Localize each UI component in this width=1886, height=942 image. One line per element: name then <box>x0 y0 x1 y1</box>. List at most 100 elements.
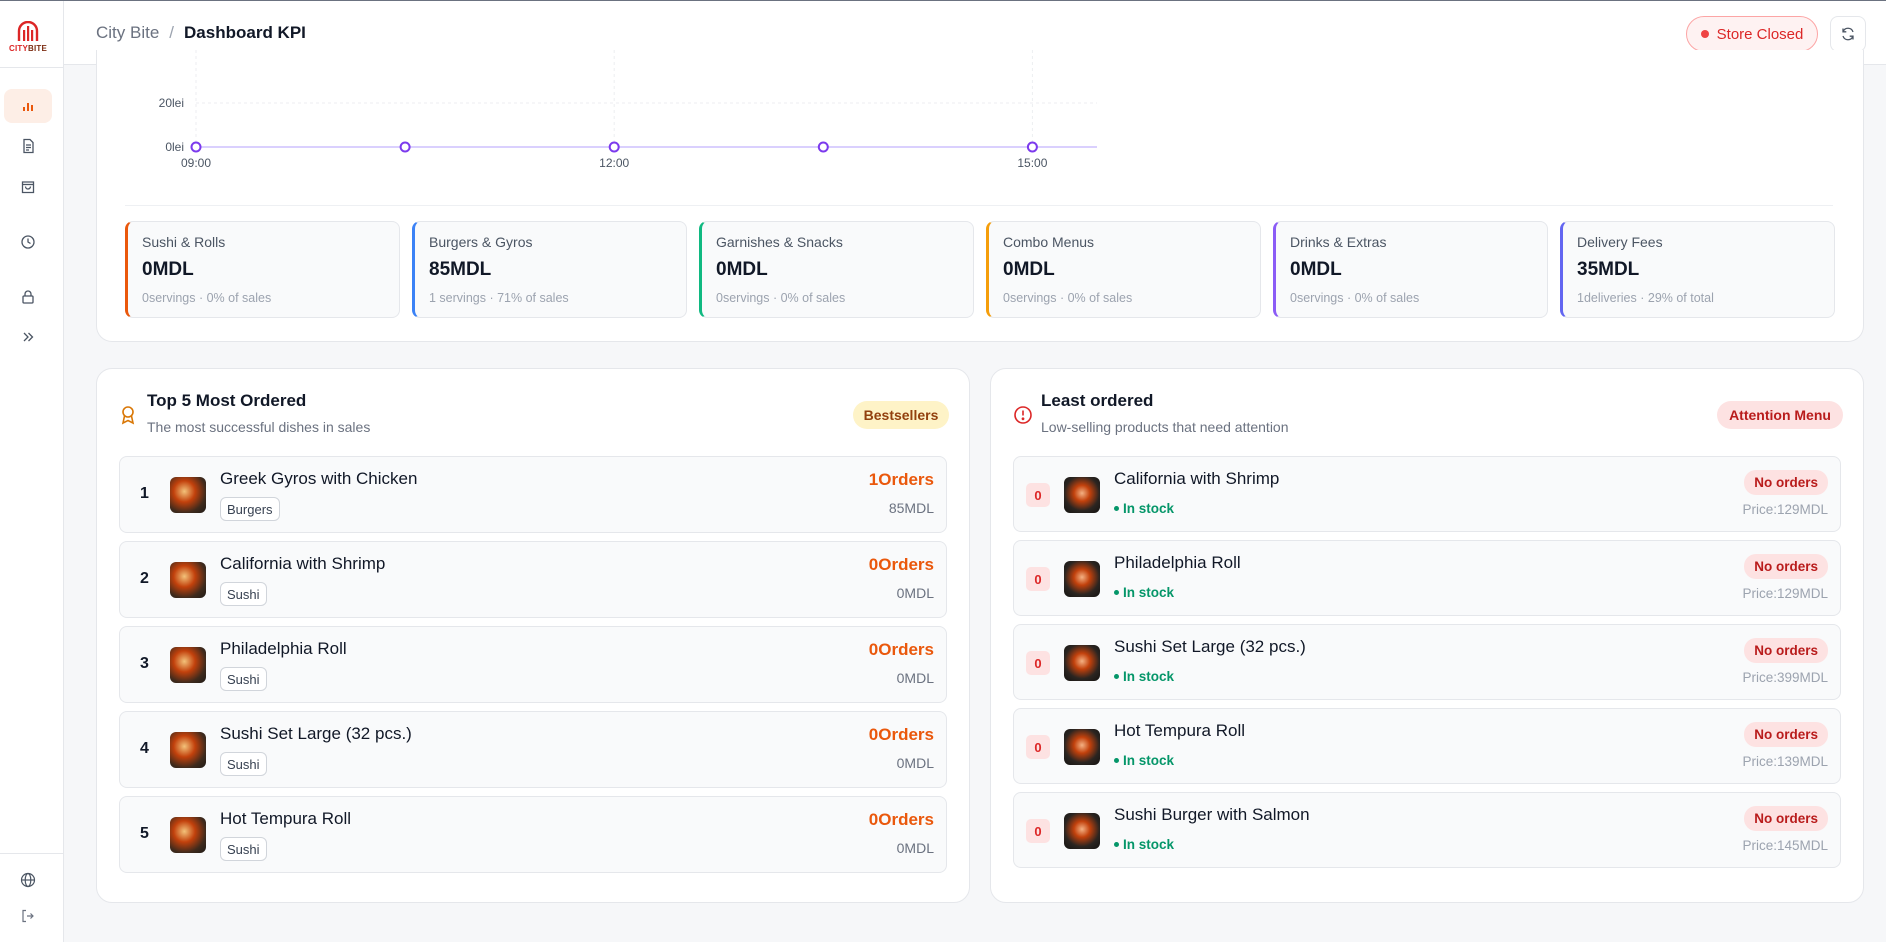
category-subtext: 1deliveries · 29% of total <box>1577 291 1714 305</box>
data-point <box>399 141 411 153</box>
stock-status: In stock <box>1114 501 1174 516</box>
stock-label: In stock <box>1123 501 1175 516</box>
store-status-label: Store Closed <box>1716 25 1804 43</box>
breadcrumb-root[interactable]: City Bite <box>96 23 159 43</box>
sidebar-item-documents[interactable] <box>4 129 52 163</box>
award-icon <box>121 406 135 425</box>
category-value: 0MDL <box>142 259 194 280</box>
top-ordered-list: 1 Greek Gyros with Chicken Burgers 1Orders 8… <box>119 456 947 881</box>
list-item[interactable]: 0 California with Shrimp In stock No orders… <box>1013 456 1841 532</box>
list-item[interactable]: 0 Sushi Set Large (32 pcs.) In stock No ord… <box>1013 624 1841 700</box>
order-count: 0Orders <box>868 725 934 744</box>
item-rank: 5 <box>140 825 149 842</box>
item-rank: 2 <box>140 570 149 587</box>
item-rank: 1 <box>140 485 149 502</box>
card-subtitle: Low-selling products that need attention <box>1041 419 1289 435</box>
least-ordered-card: Least ordered Low-selling products that … <box>990 368 1864 903</box>
order-count-badge: 0 <box>1026 567 1050 591</box>
category-card[interactable]: Burgers & Gyros 85MDL 1 servings · 71% of … <box>412 221 687 318</box>
logout-icon <box>22 909 34 923</box>
list-item[interactable]: 3 Philadelphia Roll Sushi 0Orders 0MDL <box>119 626 947 703</box>
status-dot <box>1700 30 1709 38</box>
order-count-badge: 0 <box>1026 735 1050 759</box>
list-item[interactable]: 0 Philadelphia Roll In stock No orders Price… <box>1013 540 1841 616</box>
dish-name: Philadelphia Roll <box>1114 553 1241 572</box>
category-tag: Sushi <box>220 582 267 606</box>
no-orders-badge: No orders <box>1744 638 1828 663</box>
order-count: 0Orders <box>868 810 934 829</box>
item-price: Price:145MDL <box>1742 838 1828 853</box>
logo-building-icon <box>17 21 39 41</box>
list-item[interactable]: 4 Sushi Set Large (32 pcs.) Sushi 0Orders 0M… <box>119 711 947 788</box>
refresh-icon <box>1842 27 1854 41</box>
stock-dot <box>1114 758 1119 763</box>
store-status-button[interactable]: Store Closed <box>1686 16 1818 52</box>
sidebar-expand-button[interactable] <box>4 320 52 354</box>
item-price: Price:399MDL <box>1742 670 1828 685</box>
stock-label: In stock <box>1123 753 1175 768</box>
category-value: 85MDL <box>429 259 492 280</box>
list-item[interactable]: 0 Hot Tempura Roll In stock No orders Price:… <box>1013 708 1841 784</box>
category-card[interactable]: Garnishes & Snacks 0MDL 0servings · 0% of … <box>699 221 974 318</box>
category-card[interactable]: Combo Menus 0MDL 0servings · 0% of sales <box>986 221 1261 318</box>
sidebar: CITYBITE <box>0 1 64 942</box>
data-point <box>190 141 202 153</box>
dish-name: Sushi Set Large (32 pcs.) <box>220 724 412 743</box>
logout-button[interactable] <box>4 899 52 933</box>
category-summary: Sushi & Rolls 0MDL 0servings · 0% of sales… <box>125 221 1835 318</box>
dish-name: Philadelphia Roll <box>220 639 347 658</box>
dish-thumbnail <box>1064 645 1100 681</box>
data-point <box>608 141 620 153</box>
category-tag: Sushi <box>220 752 267 776</box>
sales-amount: 0MDL <box>896 670 934 686</box>
sidebar-item-history[interactable] <box>4 225 52 259</box>
dish-thumbnail <box>170 817 206 853</box>
sidebar-item-dashboard[interactable] <box>4 89 52 123</box>
order-count: 1Orders <box>868 470 934 489</box>
city-bite-logo[interactable]: CITYBITE <box>9 21 47 59</box>
category-title: Combo Menus <box>1003 234 1095 250</box>
dish-name: Hot Tempura Roll <box>220 809 352 828</box>
chevrons-right-icon <box>23 332 34 342</box>
order-count: 0Orders <box>868 555 934 574</box>
category-subtext: 0servings · 0% of sales <box>1290 291 1420 305</box>
least-ordered-list: 0 California with Shrimp In stock No orders… <box>1013 456 1841 876</box>
language-button[interactable] <box>4 863 52 897</box>
category-title: Garnishes & Snacks <box>716 234 843 250</box>
stock-status: In stock <box>1114 753 1174 768</box>
sidebar-item-security[interactable] <box>4 280 52 314</box>
list-item[interactable]: 2 California with Shrimp Sushi 0Orders 0MDL <box>119 541 947 618</box>
attention-menu-badge: Attention Menu <box>1717 401 1843 429</box>
list-item[interactable]: 1 Greek Gyros with Chicken Burgers 1Orders 8… <box>119 456 947 533</box>
top-ordered-card: Top 5 Most Ordered The most successful d… <box>96 368 970 903</box>
category-card[interactable]: Delivery Fees 35MDL 1deliveries · 29% of t… <box>1560 221 1835 318</box>
dish-thumbnail <box>1064 477 1100 513</box>
stock-dot <box>1114 842 1119 847</box>
category-subtext: 1 servings · 71% of sales <box>429 291 569 305</box>
dish-thumbnail <box>170 647 206 683</box>
category-subtext: 0servings · 0% of sales <box>142 291 272 305</box>
sales-amount: 0MDL <box>896 840 934 856</box>
list-item[interactable]: 5 Hot Tempura Roll Sushi 0Orders 0MDL <box>119 796 947 873</box>
page-title: Dashboard KPI <box>184 23 306 42</box>
item-price: Price:139MDL <box>1742 754 1828 769</box>
y-tick-label: 20lei <box>159 96 184 110</box>
category-card[interactable]: Drinks & Extras 0MDL 0servings · 0% of sal… <box>1273 221 1548 318</box>
category-tag: Sushi <box>220 837 267 861</box>
category-title: Sushi & Rolls <box>142 234 226 250</box>
shopping-bag-icon <box>21 181 35 194</box>
card-title: Least ordered <box>1041 391 1154 410</box>
order-count-badge: 0 <box>1026 651 1050 675</box>
refresh-button[interactable] <box>1830 16 1866 52</box>
dish-thumbnail <box>170 562 206 598</box>
list-item[interactable]: 0 Sushi Burger with Salmon In stock No orde… <box>1013 792 1841 868</box>
stock-status: In stock <box>1114 585 1174 600</box>
lock-icon <box>22 290 34 304</box>
category-value: 0MDL <box>1003 259 1055 280</box>
stock-dot <box>1114 590 1119 595</box>
sidebar-item-orders[interactable] <box>4 170 52 204</box>
sales-chart-card: 0lei20lei09:0012:0015:0018:0021:0022:00 … <box>96 50 1864 342</box>
category-card[interactable]: Sushi & Rolls 0MDL 0servings · 0% of sales <box>125 221 400 318</box>
data-point <box>817 141 829 153</box>
stock-label: In stock <box>1123 585 1175 600</box>
